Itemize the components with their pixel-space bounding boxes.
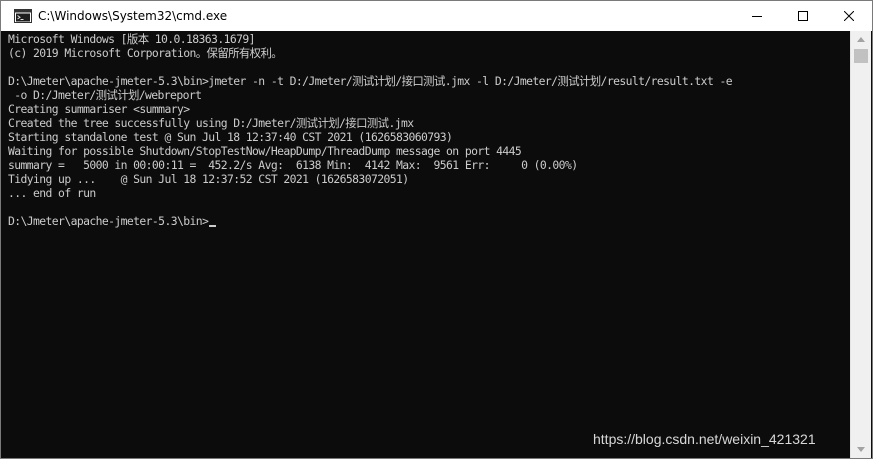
console-line: ... end of run (8, 186, 96, 200)
window-controls (734, 1, 872, 31)
console-line: Microsoft Windows [版本 10.0.18363.1679] (8, 32, 255, 46)
console-line: Starting standalone test @ Sun Jul 18 12… (8, 130, 453, 144)
window-title: C:\Windows\System32\cmd.exe (38, 9, 228, 23)
console-lines: Microsoft Windows [版本 10.0.18363.1679] (… (8, 32, 733, 228)
maximize-button[interactable] (780, 1, 826, 31)
minimize-button[interactable] (734, 1, 780, 31)
console-line: Tidying up ... @ Sun Jul 18 12:37:52 CST… (8, 172, 409, 186)
chevron-down-icon (857, 447, 865, 452)
title-bar[interactable]: C:\Windows\System32\cmd.exe (1, 1, 872, 31)
console-prompt-line[interactable]: D:\Jmeter\apache-jmeter-5.3\bin> (8, 214, 732, 228)
console-prompt: D:\Jmeter\apache-jmeter-5.3\bin> (8, 214, 209, 228)
scroll-thumb[interactable] (854, 49, 868, 63)
minimize-icon (752, 16, 762, 17)
cmd-icon (14, 9, 32, 23)
scroll-down-button[interactable] (851, 441, 871, 458)
scroll-up-button[interactable] (851, 31, 871, 48)
console-output[interactable]: Microsoft Windows [版本 10.0.18363.1679] (… (1, 31, 850, 458)
console-line: (c) 2019 Microsoft Corporation。保留所有权利。 (8, 46, 283, 60)
cmd-window: C:\Windows\System32\cmd.exe Microsoft Wi… (0, 0, 873, 459)
vertical-scrollbar[interactable] (850, 31, 871, 458)
console-line: Created the tree successfully using D:/J… (8, 116, 414, 130)
console-line: D:\Jmeter\apache-jmeter-5.3\bin>jmeter -… (8, 74, 733, 88)
console-line: -o D:/Jmeter/测试计划/webreport (8, 88, 202, 102)
close-button[interactable] (826, 1, 872, 31)
watermark-text: https://blog.csdn.net/weixin_421321 (593, 431, 816, 447)
console-line: Creating summariser <summary> (8, 102, 190, 116)
text-cursor (209, 225, 217, 227)
close-icon (844, 11, 854, 21)
console-line: summary = 5000 in 00:00:11 = 452.2/s Avg… (8, 158, 578, 172)
console-line: Waiting for possible Shutdown/StopTestNo… (8, 144, 522, 158)
maximize-icon (798, 11, 808, 21)
chevron-up-icon (857, 37, 865, 42)
